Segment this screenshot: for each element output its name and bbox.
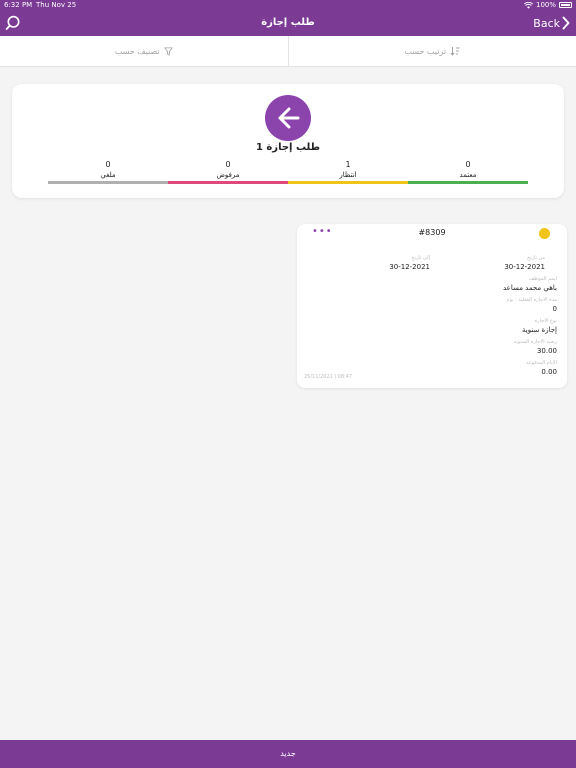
sort-by-button[interactable]: ترتيب حسب [287, 36, 576, 66]
status-bar: 6:32 PM Thu Nov 25 100% [0, 0, 576, 10]
stat-bar [48, 181, 168, 184]
leave-request-circle-button[interactable] [265, 95, 311, 141]
field-value: باهي محمد مساعد [502, 284, 557, 292]
field-label: نوع الاجازة [534, 318, 557, 324]
field-label: الايام المدفوعة [526, 360, 557, 366]
new-request-label: جديد [280, 749, 296, 758]
back-button[interactable]: Back [533, 10, 570, 36]
summary-card: 1 طلب إجازة 0 معتمد 1 انتظار 0 مرفوض 0 م… [12, 84, 564, 198]
stat-label: معتمد [459, 171, 477, 179]
field-duration: مدة الاجازة الفعلية : يوم 0 [506, 296, 557, 314]
request-number: #8309 [418, 228, 446, 237]
chevron-right-icon [562, 16, 570, 30]
sort-icon [450, 47, 460, 56]
field-value: إجازة سنوية [522, 326, 557, 334]
classify-by-label: تصنيف حسب [114, 46, 160, 56]
field-label: رصيد الاجازة السنوية [513, 339, 557, 345]
wifi-icon [524, 1, 533, 9]
back-label: Back [533, 16, 560, 30]
stat-label: مرفوض [216, 171, 240, 179]
field-to-date: إلى تاريخ 30-12-2021 [389, 254, 430, 272]
stat-cancelled[interactable]: 0 ملغي [48, 160, 168, 186]
field-value: 0 [552, 305, 557, 313]
field-from-date: من تاريخ 30-12-2021 [504, 254, 545, 272]
new-request-button[interactable]: جديد [0, 740, 576, 768]
stat-bar [408, 181, 528, 184]
field-annual-balance: رصيد الاجازة السنوية 30.00 [514, 338, 557, 356]
nav-bar: طلب إجازة Back [0, 10, 576, 36]
stat-value: 1 [345, 160, 351, 169]
arrow-left-icon [278, 107, 300, 129]
stat-bar [288, 181, 408, 184]
stat-approved[interactable]: 0 معتمد [408, 160, 528, 186]
sort-by-label: ترتيب حسب [404, 46, 447, 56]
filter-icon [163, 46, 173, 56]
filter-bar: تصنيف حسب ترتيب حسب [0, 36, 576, 67]
stat-value: 0 [225, 160, 231, 169]
field-value: 0.00 [541, 368, 557, 376]
leave-request-card[interactable]: #8309 ••• من تاريخ 30-12-2021 إلى تاريخ … [297, 224, 567, 388]
page-title: طلب إجازة [261, 17, 315, 28]
battery-percent: 100% [535, 1, 556, 9]
classify-by-button[interactable]: تصنيف حسب [0, 36, 288, 66]
stat-label: ملغي [100, 171, 116, 179]
battery-icon [559, 2, 572, 8]
stat-rejected[interactable]: 0 مرفوض [168, 160, 288, 186]
stat-label: انتظار [339, 171, 357, 179]
status-right: 100% [524, 0, 572, 10]
stat-pending[interactable]: 1 انتظار [288, 160, 408, 186]
stat-value: 0 [465, 160, 471, 169]
status-date: Thu Nov 25 [36, 1, 77, 9]
more-options-icon[interactable]: ••• [312, 227, 333, 237]
stat-bar [168, 181, 288, 184]
field-paid-days: الايام المدفوعة 0.00 [526, 359, 557, 377]
status-time: 6:32 PM [4, 1, 33, 9]
field-value: 30-12-2021 [504, 263, 545, 271]
field-employee-name: اسم الموظف باهي محمد مساعد [503, 275, 557, 293]
field-label: من تاريخ [526, 255, 545, 261]
stat-value: 0 [105, 160, 111, 169]
field-label: إلى تاريخ [411, 255, 430, 261]
field-value: 30.00 [536, 347, 557, 355]
request-timestamp: 25/11/2021 | 08:47 [304, 374, 353, 380]
request-count: 1 طلب إجازة [255, 142, 321, 153]
field-label: مدة الاجازة الفعلية : يوم [506, 297, 557, 303]
field-value: 30-12-2021 [389, 263, 430, 271]
field-leave-type: نوع الاجازة إجازة سنوية [522, 317, 557, 335]
field-label: اسم الموظف [528, 276, 557, 282]
